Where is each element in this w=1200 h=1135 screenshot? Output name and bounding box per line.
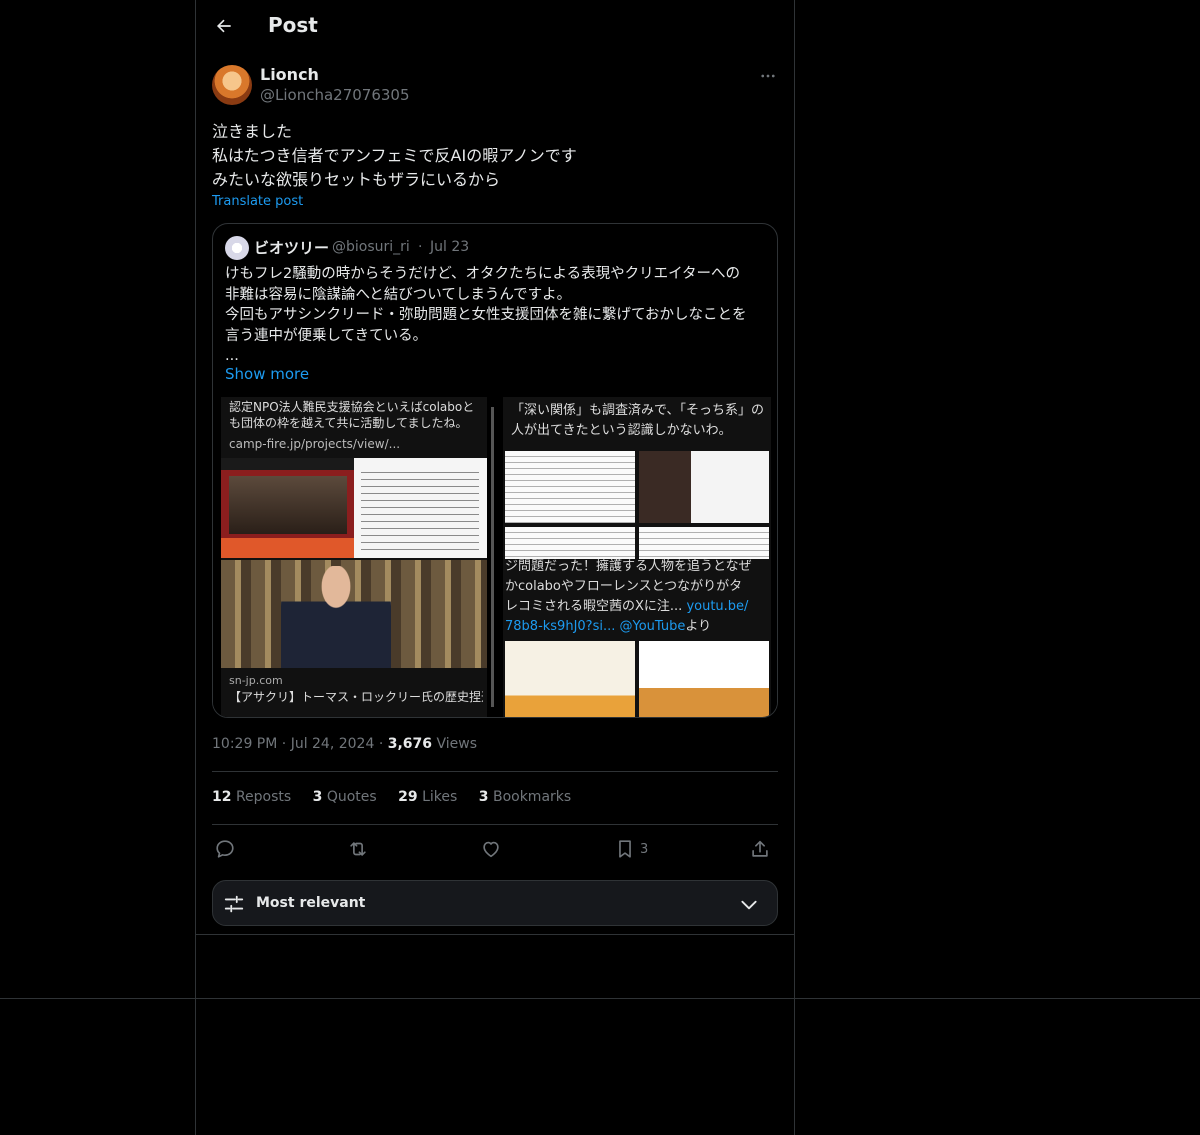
sort-label: Most relevant [256,895,366,911]
media-right-line: 78b8-ks9hJ0?si... @YouTubeより [505,619,712,634]
views-label: Views [436,736,478,752]
post-meta: 10:29 PM · Jul 24, 2024 · 3,676 Views [212,736,477,752]
quoted-post-card[interactable]: ビオツリー @biosuri_ri · Jul 23 けもフレ2騒動の時からそう… [212,223,778,718]
media-right-line: かcolaboやフローレンスとつながりがタ [505,579,743,594]
back-button[interactable] [210,12,238,40]
quoted-author-avatar [225,236,249,260]
media-right-text-2: ジ問題だった！擁護する人物を追うとなぜ かcolaboやフローレンスとつながりが… [505,557,767,637]
youtube-link-2: 78b8-ks9hJ0?si... [505,619,616,634]
media-right-thumbnail-grid [505,641,769,717]
bookmark-count: 3 [640,841,649,857]
media-left-portrait-image [221,560,487,668]
right-column-border [794,0,795,1135]
quoted-author-name: ビオツリー [254,239,330,257]
youtube-mention: @YouTube [619,619,686,634]
post-detail-column: Post Lionch @Lioncha27076305 泣きました 私はたつき… [196,0,794,935]
repost-button[interactable] [347,834,369,864]
post-text: 泣きました 私はたつき信者でアンフェミで反AIの暇アノンです みたいな欲張りセッ… [212,120,778,192]
quoted-text-line: 非難は容易に陰謀論へと結びついてしまうんですよ。 [225,286,572,303]
quoted-post-date: Jul 23 [430,239,470,255]
quoted-text-line: 言う連中が便乗してきている。 [225,327,428,344]
show-more-link[interactable]: Show more [225,365,309,383]
back-arrow-icon [216,19,231,33]
share-icon [752,840,768,857]
more-options-button[interactable] [756,64,780,88]
quoted-text-line: 今回もアサシンクリード・弥助問題と女性支援団体を雑に繋げておかしなことを [225,307,747,323]
views-count: 3,676 [387,736,433,752]
media-image-right[interactable]: 「深い関係」も調査済みで、「そっち系」の人が出てきたという認識しかないわ。 ジ問… [503,397,771,717]
media-image-left[interactable]: 認定NPO法人難民支援協会といえばcolaboとも団体の枠を越えて共に活動してま… [221,397,487,717]
media-left-caption: 【アサクリ】トーマス・ロックリー氏の歴史捏造問題 支持していたNPO法人が『Co… [229,690,483,704]
chevron-down-icon [741,900,757,910]
media-left-text: 認定NPO法人難民支援協会といえばcolaboとも団体の枠を越えて共に活動してま… [229,400,475,430]
post-text-line: 泣きました [212,122,293,141]
media-right-screenshot-grid [505,451,769,559]
youtube-link: youtu.be/ [686,599,749,614]
replies-sort-dropdown[interactable]: Most relevant [212,880,778,926]
quoted-separator: · [418,239,423,255]
action-bar: 3 [212,834,778,864]
media-right-line: レコミされる暇空茜のXに注... youtu.be/ [505,599,749,614]
post-text-line: 私はたつき信者でアンフェミで反AIの暇アノンです [212,146,577,165]
page-title: Post [268,13,318,37]
media-left-link: camp-fire.jp/projects/view/... [229,437,401,451]
bookmark-icon [619,840,631,858]
quoted-post-text: けもフレ2騒動の時からそうだけど、オタクたちによる表現やクリエイターへの 非難は… [225,264,770,367]
reply-icon [216,840,234,858]
meta-separator: · [281,736,287,752]
page-header: Post [196,0,794,54]
media-right-line: ジ問題だった！擁護する人物を追うとなぜ [505,559,752,574]
share-button[interactable] [749,834,771,864]
more-dots-icon [761,74,775,78]
reply-button[interactable] [214,834,236,864]
post-date[interactable]: Jul 24, 2024 [291,736,375,752]
quotes-stat[interactable]: 3 Quotes [313,789,377,805]
likes-stat[interactable]: 29 Likes [398,789,457,805]
author-name[interactable]: Lionch [260,65,319,84]
bookmark-button[interactable]: 3 [614,834,648,864]
heart-icon [483,841,499,858]
reposts-stat[interactable]: 12 Reposts [212,789,291,805]
translate-post-link[interactable]: Translate post [212,194,303,209]
author-handle[interactable]: @Lioncha27076305 [260,86,410,104]
meta-divider [212,771,778,772]
author-avatar[interactable] [212,65,252,105]
meta-separator: · [378,736,384,752]
quoted-author-handle: @biosuri_ri [332,239,410,255]
quoted-text-line: ... [225,348,239,364]
page-horizontal-divider [0,998,1200,999]
filter-sliders-icon [224,895,244,913]
post-text-line: みたいな欲張りセットもザラにいるから [212,170,501,189]
post-time[interactable]: 10:29 PM [212,736,277,752]
quoted-media: 認定NPO法人難民支援協会といえばcolaboとも団体の枠を越えて共に活動してま… [213,397,777,717]
media-left-domain: sn-jp.com [229,674,283,687]
bookmarks-stat[interactable]: 3 Bookmarks [479,789,571,805]
stats-divider [212,824,778,825]
media-left-article-image [221,458,487,558]
media-divider [491,407,494,707]
engagement-stats: 12 Reposts 3 Quotes 29 Likes 3 Bookmarks [212,789,588,805]
media-right-text: 「深い関係」も調査済みで、「そっち系」の人が出てきたという認識しかないわ。 [511,403,764,438]
quoted-text-line: けもフレ2騒動の時からそうだけど、オタクたちによる表現やクリエイターへの [225,266,740,282]
like-button[interactable] [480,834,502,864]
repost-icon [350,842,366,856]
